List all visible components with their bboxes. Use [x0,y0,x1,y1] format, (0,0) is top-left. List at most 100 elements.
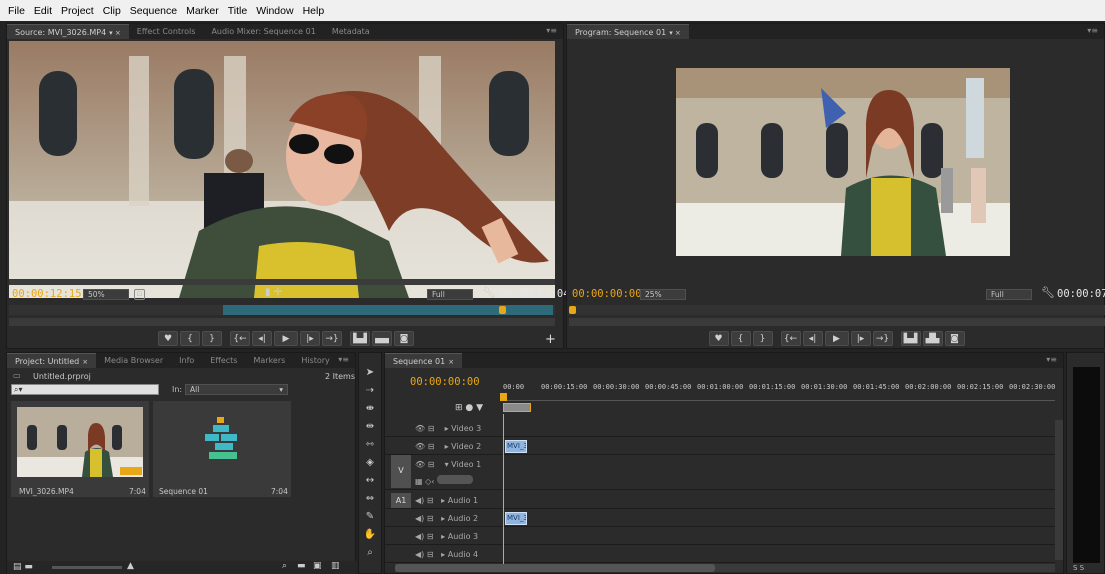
menu-edit[interactable]: Edit [34,5,52,17]
program-zoom-bar[interactable] [569,318,1105,326]
list-view-icon[interactable]: ▤ ▬ [13,562,33,572]
menu-clip[interactable]: Clip [103,5,121,17]
go-to-in-icon[interactable]: {← [780,331,801,346]
project-item-thumb-sequence[interactable] [153,401,291,497]
play-icon[interactable]: ▶ [824,331,849,346]
panel-menu-icon[interactable]: ▾≡ [1087,26,1098,35]
tab-markers[interactable]: Markers [245,353,293,368]
menu-marker[interactable]: Marker [186,5,219,17]
tab-history[interactable]: History [293,353,337,368]
tab-program[interactable]: Program: Sequence 01 ▾ × [567,24,689,39]
timeline-clip-video[interactable]: MVI_3 [505,440,527,453]
step-back-icon[interactable]: ◂| [802,331,823,346]
tab-project[interactable]: Project: Untitled × [7,353,97,368]
step-forward-icon[interactable]: |▸ [300,331,320,346]
tab-info[interactable]: Info [171,353,202,368]
timeline-clip-audio[interactable]: MVI_3 [505,512,527,525]
timeline-timecode[interactable]: 00:00:00:00 [410,376,480,388]
marker-icon[interactable]: ● [465,403,473,413]
out-point-icon[interactable]: } [752,331,773,346]
menu-help[interactable]: Help [303,5,325,17]
dropdown-arrow-icon[interactable]: ▾ × [109,29,121,37]
menu-title[interactable]: Title [228,5,247,17]
play-icon[interactable]: ▶ [274,331,298,346]
tab-effect-controls[interactable]: Effect Controls [129,24,204,39]
rate-stretch-icon[interactable]: ⇿ [362,436,378,452]
close-icon[interactable]: × [448,358,454,366]
source-zoom-bar[interactable] [9,318,555,326]
marker-icon[interactable]: ♥ [158,331,178,346]
in-filter-select[interactable]: All ▾ [185,384,288,395]
extract-icon[interactable]: ▟▙ [922,331,943,346]
work-area-bar[interactable] [503,403,531,412]
ripple-edit-icon[interactable]: ⇼ [362,400,378,416]
step-forward-icon[interactable]: |▸ [850,331,871,346]
track-select-icon[interactable]: ⇢ [362,382,378,398]
source-zoom-select[interactable]: 50% [83,289,129,300]
program-playhead-icon[interactable] [569,306,576,314]
timeline-h-scrollbar[interactable] [395,564,1055,572]
rolling-edit-icon[interactable]: ⇹ [362,418,378,434]
menu-project[interactable]: Project [61,5,94,17]
lift-icon[interactable]: ▙▟ [900,331,921,346]
slip-icon[interactable]: ↔ [362,472,378,488]
speaker-icon[interactable]: ◀) ⊟ [415,532,434,541]
program-zoom-select[interactable]: 25% [640,289,686,300]
menu-sequence[interactable]: Sequence [130,5,177,17]
eye-icon[interactable]: 👁︎ ⊟ [415,460,434,469]
tab-sequence[interactable]: Sequence 01 × [385,353,463,368]
source-video-frame[interactable] [9,41,555,298]
program-timecode-current[interactable]: 00:00:00:00 [572,288,642,300]
trash-icon[interactable]: ▥ [331,561,340,571]
speaker-icon[interactable]: ◀) ⊟ [415,550,434,559]
pen-icon[interactable]: ✎ [362,508,378,524]
automate-icon[interactable]: ▲ [127,561,134,571]
tab-media-browser[interactable]: Media Browser [96,353,171,368]
menu-file[interactable]: File [8,5,25,17]
new-item-icon[interactable]: ▣ [313,561,322,571]
tab-metadata[interactable]: Metadata [324,24,378,39]
razor-icon[interactable]: ◈ [362,454,378,470]
panel-menu-icon[interactable]: ▾≡ [338,355,349,364]
project-item-thumb-clip[interactable] [11,401,149,497]
zoom-slider[interactable] [52,566,122,569]
scroll-thumb[interactable] [395,564,715,572]
in-point-icon[interactable]: { [730,331,751,346]
dropdown-arrow-icon[interactable]: ▾ × [669,29,681,37]
camera-icon[interactable]: ◙ [944,331,965,346]
hand-icon[interactable]: ✋ [362,526,378,542]
out-point-icon[interactable]: } [202,331,222,346]
step-back-icon[interactable]: ◂| [252,331,272,346]
go-to-in-icon[interactable]: {← [230,331,250,346]
program-mini-timeline[interactable] [569,305,1105,315]
program-video-frame[interactable] [676,68,1010,256]
solo-buttons[interactable]: S S [1073,564,1084,572]
eye-icon[interactable]: 👁︎ ⊟ [415,424,434,433]
speaker-icon[interactable]: ◀) ⊟ [415,496,434,505]
go-to-out-icon[interactable]: →} [872,331,893,346]
source-h-scrollbar[interactable] [9,279,555,285]
source-resolution-select[interactable]: Full [427,289,473,300]
snap-icon[interactable]: ⊞ [455,403,463,413]
go-to-out-icon[interactable]: →} [322,331,342,346]
settings-icon[interactable]: ⊡ [134,289,145,300]
tab-source[interactable]: Source: MVI_3026.MP4 ▾ × [7,24,129,39]
panel-menu-icon[interactable]: ▾≡ [1046,355,1057,364]
timeline-ruler[interactable]: 00:00 00:00:15:00 00:00:30:00 00:00:45:00 00… [500,383,1055,415]
eye-icon[interactable]: 👁︎ ⊟ [415,442,434,451]
new-bin-icon[interactable]: ▬ [297,561,306,571]
overwrite-icon[interactable]: ▄▄ [372,331,392,346]
source-timecode-current[interactable]: 00:00:12:15 [12,288,82,300]
trim-icon[interactable]: ▮ ✛ [265,287,282,298]
menu-window[interactable]: Window [256,5,293,17]
panel-menu-icon[interactable]: ▾≡ [546,26,557,35]
source-playhead-icon[interactable] [499,306,506,314]
tab-effects[interactable]: Effects [202,353,245,368]
slide-icon[interactable]: ⇔ [362,490,378,506]
insert-icon[interactable]: ▙▟ [350,331,370,346]
keyframe-controls[interactable]: ▦ ◇‹ [415,475,473,486]
zoom-icon[interactable]: ⌕ [362,544,378,560]
in-point-icon[interactable]: { [180,331,200,346]
playhead-icon[interactable] [500,393,507,401]
keyframe-icon[interactable]: ▼ [476,403,483,413]
